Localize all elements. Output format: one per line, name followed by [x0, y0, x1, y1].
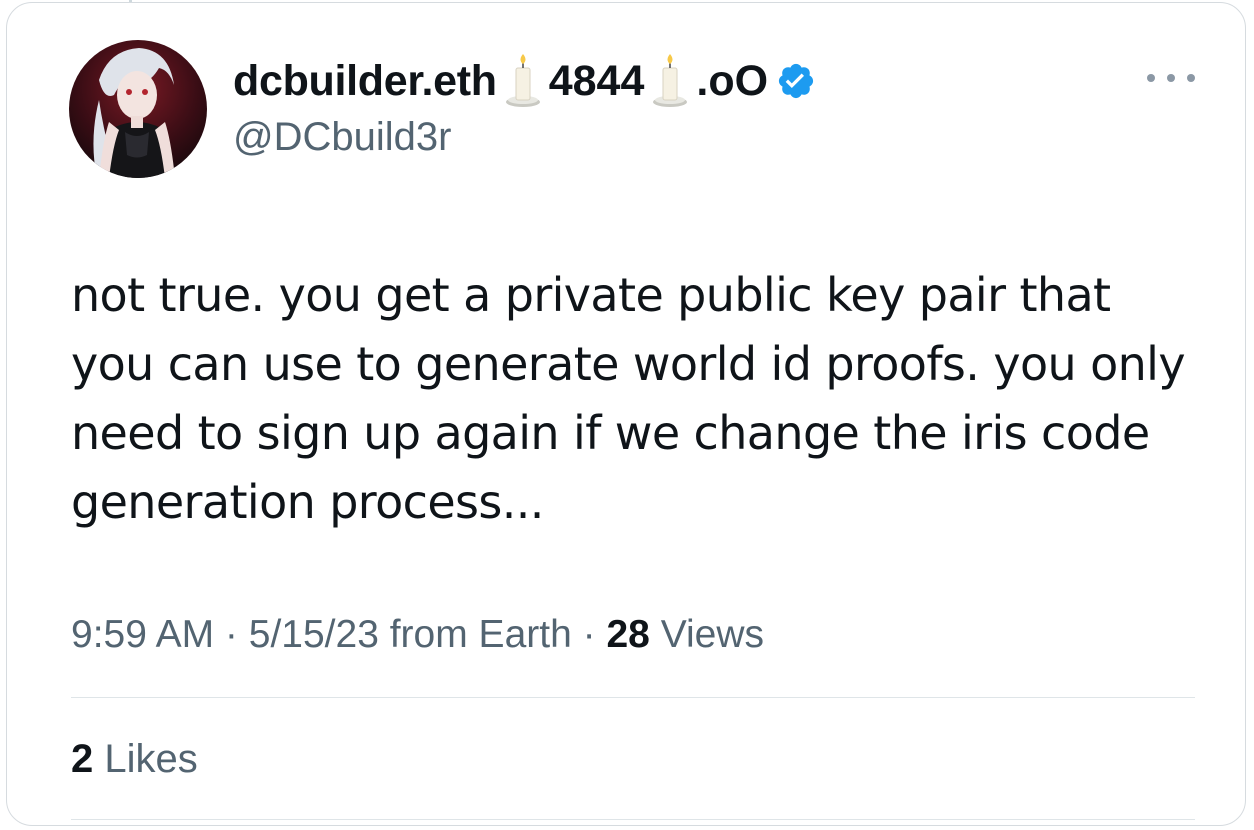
tweet-text: not true. you get a private public key p… [71, 268, 1186, 529]
more-options-icon[interactable] [1147, 63, 1195, 93]
likes-count: 2 [71, 737, 94, 781]
tweet-card: dcbuilder.eth 4844 .oO @DCbuild3r not tr… [6, 2, 1246, 826]
author-name-number: 4844 [548, 56, 645, 105]
meta-separator: · [214, 613, 249, 656]
likes-stat[interactable]: 2 Likes [71, 737, 198, 782]
verified-badge-icon[interactable] [776, 61, 816, 101]
likes-label: Likes [104, 737, 198, 781]
divider [71, 697, 1195, 698]
meta-separator: · [571, 613, 607, 656]
views-count: 28 [606, 613, 650, 656]
author-handle[interactable]: @DCbuild3r [233, 115, 451, 160]
avatar[interactable] [69, 40, 207, 178]
views-label: Views [660, 613, 765, 656]
tweet-date-source[interactable]: 5/15/23 from Earth [249, 613, 572, 656]
candle-icon [650, 54, 690, 108]
tweet-metadata: 9:59 AM · 5/15/23 from Earth · 28 Views [71, 613, 764, 657]
divider [71, 819, 1195, 820]
author-name-row[interactable]: dcbuilder.eth 4844 .oO [233, 53, 816, 109]
dot-icon [1167, 74, 1175, 82]
author-name-suffix: .oO [696, 56, 769, 105]
dot-icon [1147, 74, 1155, 82]
candle-icon [503, 54, 543, 108]
tweet-time[interactable]: 9:59 AM [71, 613, 214, 656]
dot-icon [1187, 74, 1195, 82]
author-name[interactable]: dcbuilder.eth [233, 57, 497, 106]
